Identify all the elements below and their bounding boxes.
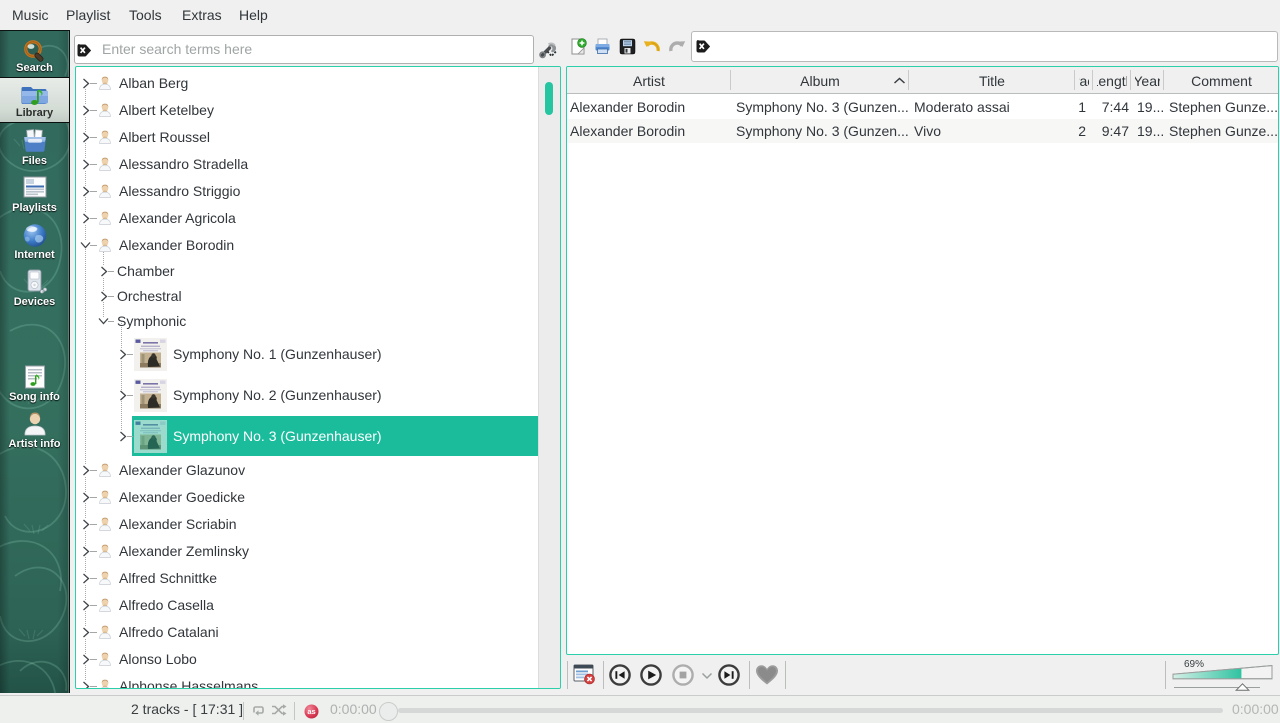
svg-text:as: as [307, 707, 315, 716]
